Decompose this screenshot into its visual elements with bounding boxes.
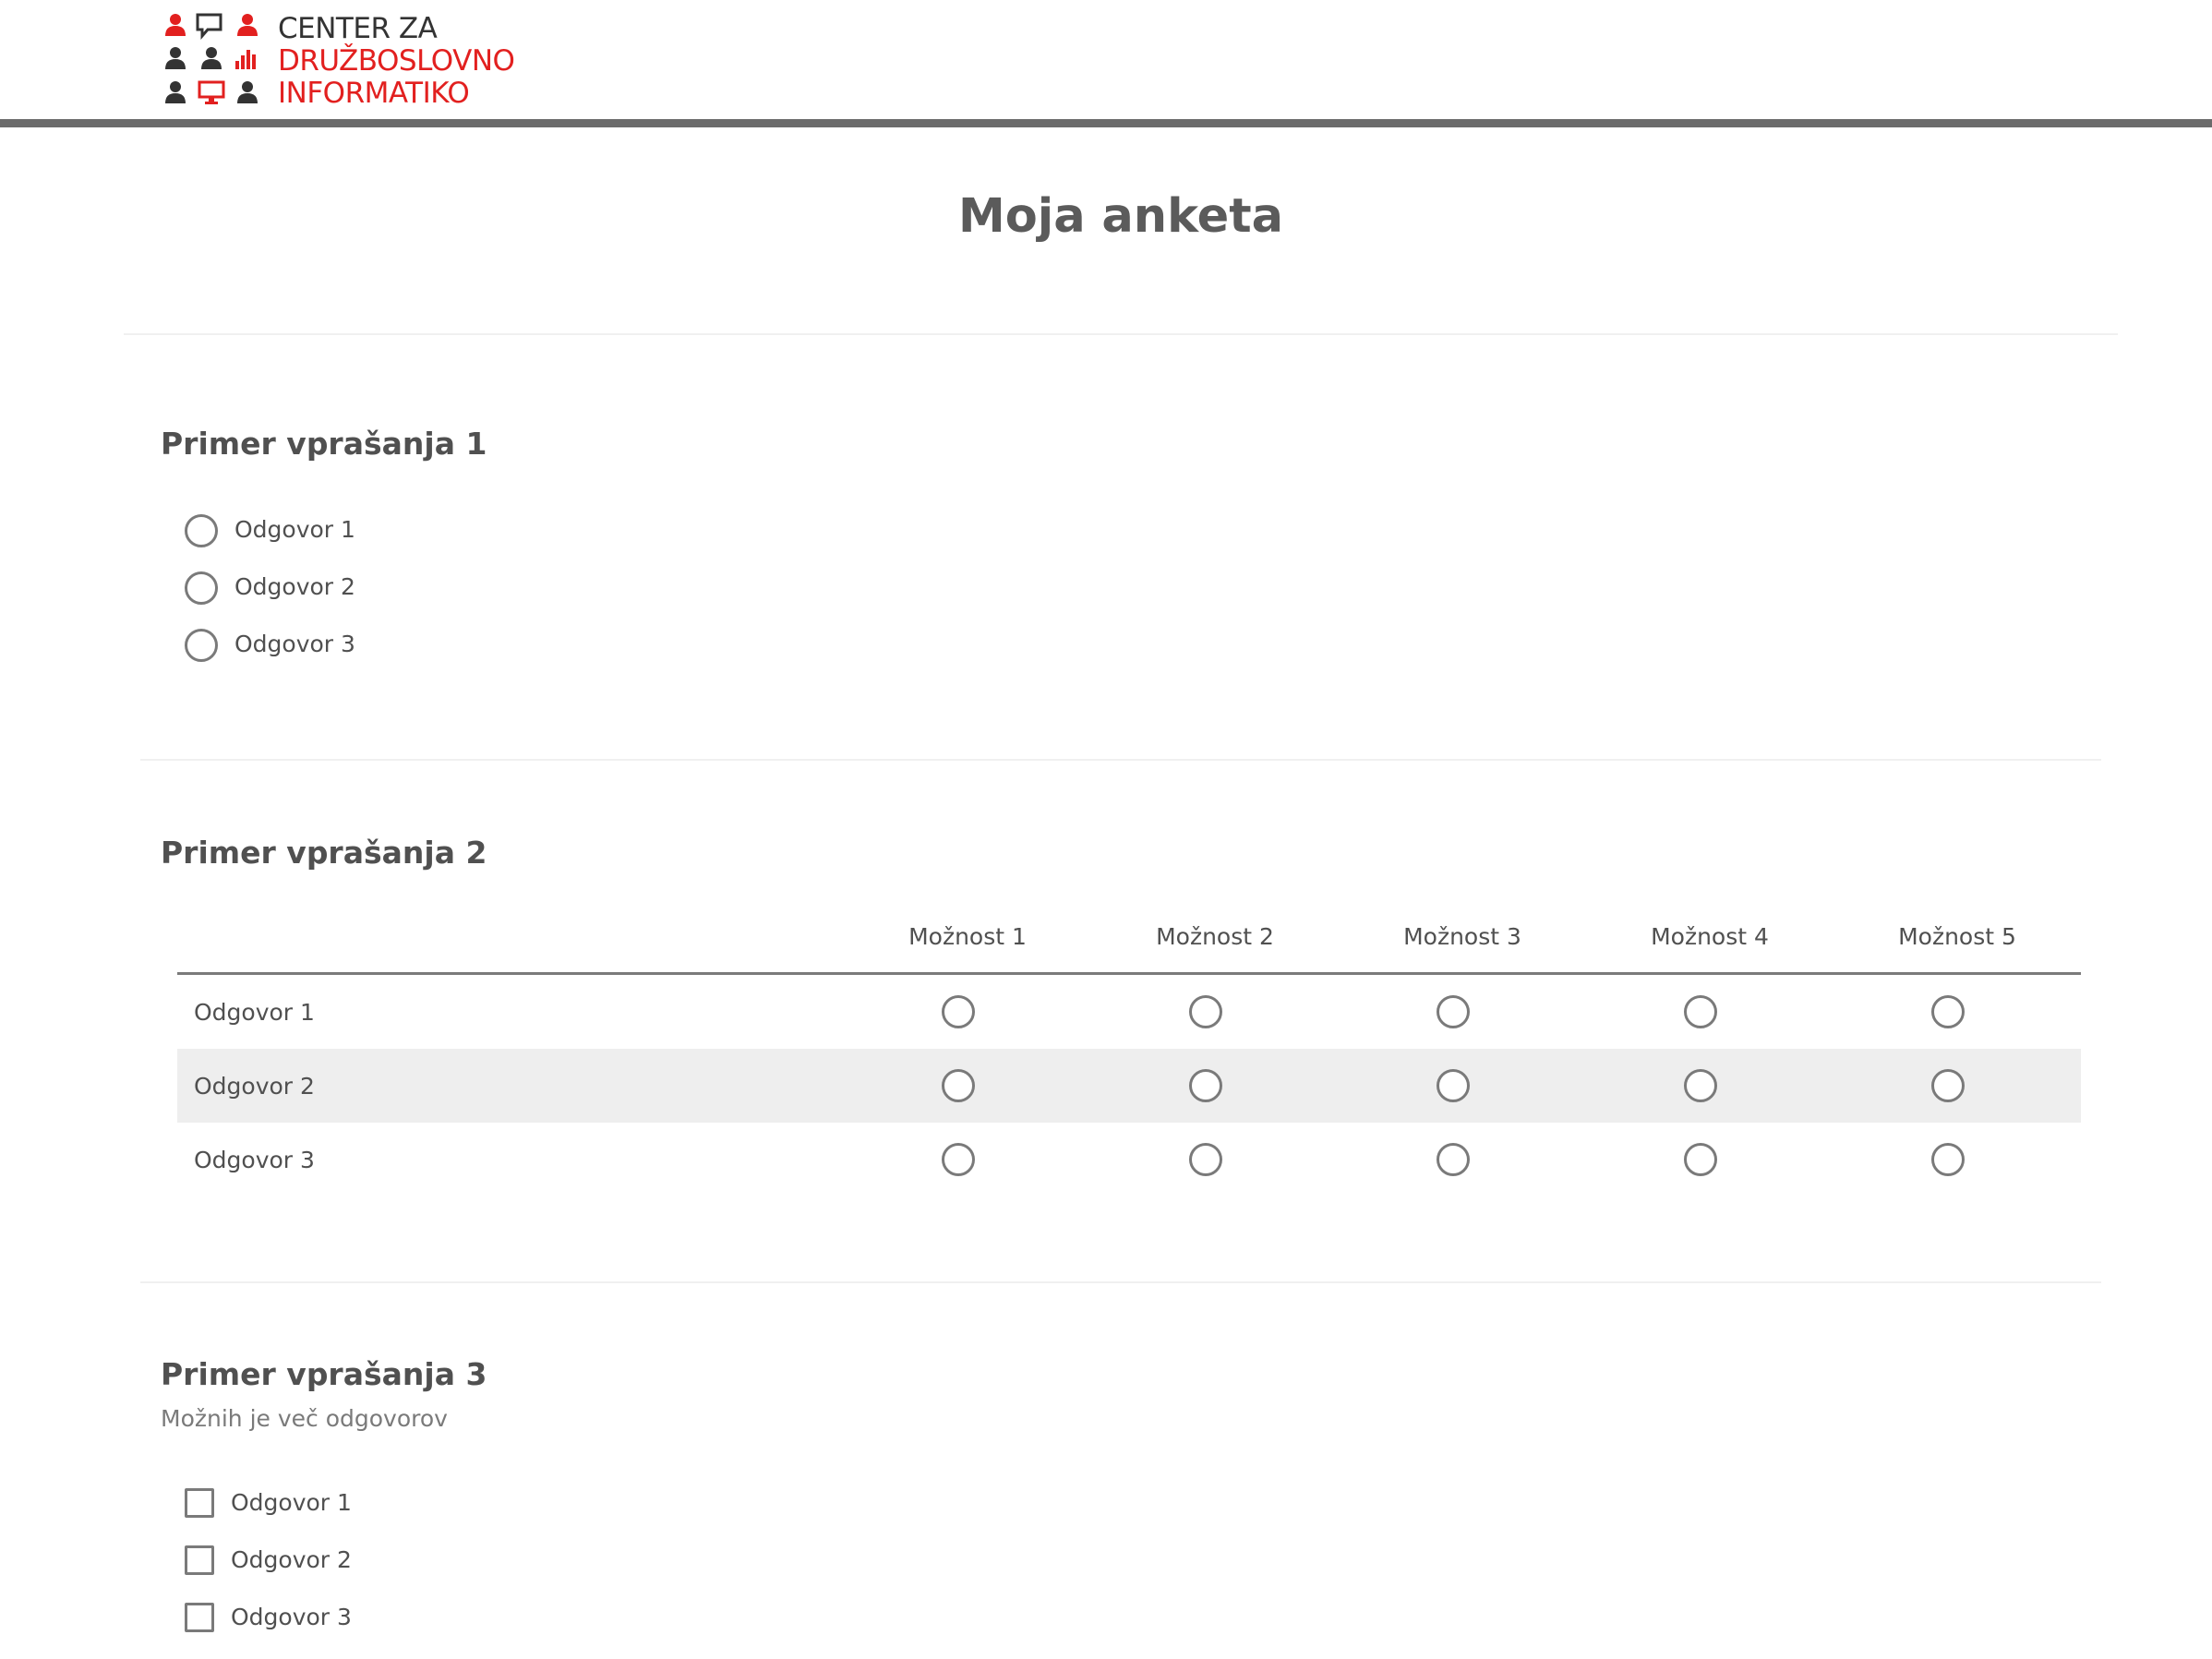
divider — [124, 333, 2118, 335]
divider — [140, 1281, 2101, 1283]
grid-row-label: Odgovor 2 — [194, 1073, 315, 1100]
radio-button[interactable] — [1931, 1143, 1965, 1176]
radio-button[interactable] — [1437, 1069, 1470, 1102]
question-3-note: Možnih je več odgovorov — [161, 1405, 448, 1432]
grid-row: Odgovor 2 — [177, 1049, 2081, 1123]
grid-row: Odgovor 1 — [177, 975, 2081, 1049]
grid-column-header: Možnost 1 — [908, 923, 1027, 950]
option-label: Odgovor 1 — [231, 1489, 352, 1516]
grid-column-header: Možnost 3 — [1403, 923, 1521, 950]
radio-button[interactable] — [942, 1143, 975, 1176]
radio-button[interactable] — [1437, 995, 1470, 1028]
option-label: Odgovor 2 — [231, 1546, 352, 1573]
radio-button[interactable] — [1684, 995, 1717, 1028]
grid-column-header: Možnost 4 — [1651, 923, 1769, 950]
grid-row: Odgovor 3 — [177, 1123, 2081, 1196]
logo-line-2: DRUŽBOSLOVNO — [278, 44, 515, 78]
radio-button[interactable] — [185, 629, 218, 662]
option-label: Odgovor 2 — [234, 573, 355, 600]
question-1-title: Primer vprašanja 1 — [161, 426, 487, 462]
radio-button[interactable] — [1189, 1069, 1222, 1102]
radio-button[interactable] — [1931, 1069, 1965, 1102]
radio-button[interactable] — [1189, 995, 1222, 1028]
radio-button[interactable] — [1684, 1069, 1717, 1102]
grid-column-header: Možnost 5 — [1898, 923, 2016, 950]
logo-line-1: CENTER ZA — [278, 12, 438, 45]
logo-line-3: INFORMATIKO — [278, 77, 470, 110]
radio-button[interactable] — [185, 514, 218, 547]
checkbox[interactable] — [185, 1603, 214, 1632]
grid-row-label: Odgovor 1 — [194, 999, 315, 1026]
checkbox[interactable] — [185, 1545, 214, 1575]
radio-button[interactable] — [185, 571, 218, 605]
grid-column-header: Možnost 2 — [1156, 923, 1274, 950]
logo-wordmark: CENTER ZA DRUŽBOSLOVNO INFORMATIKO — [278, 12, 515, 110]
question-2-title: Primer vprašanja 2 — [161, 835, 487, 871]
option-label: Odgovor 1 — [234, 516, 355, 543]
radio-button[interactable] — [1931, 995, 1965, 1028]
radio-button[interactable] — [1189, 1143, 1222, 1176]
question-3-title: Primer vprašanja 3 — [161, 1356, 487, 1392]
page-header: CENTER ZA DRUŽBOSLOVNO INFORMATIKO — [0, 0, 2212, 127]
checkbox[interactable] — [185, 1488, 214, 1518]
cdi-logo[interactable]: CENTER ZA DRUŽBOSLOVNO INFORMATIKO — [162, 11, 515, 114]
radio-button[interactable] — [942, 995, 975, 1028]
radio-button[interactable] — [1437, 1143, 1470, 1176]
radio-button[interactable] — [1684, 1143, 1717, 1176]
radio-button[interactable] — [942, 1069, 975, 1102]
grid-row-label: Odgovor 3 — [194, 1147, 315, 1173]
q2-radio-grid: Možnost 1 Možnost 2 Možnost 3 Možnost 4 … — [177, 923, 2081, 1191]
divider — [140, 759, 2101, 761]
survey-title: Moja anketa — [957, 189, 1284, 244]
logo-icon-grid — [165, 13, 258, 104]
option-label: Odgovor 3 — [231, 1604, 352, 1630]
option-label: Odgovor 3 — [234, 631, 355, 657]
